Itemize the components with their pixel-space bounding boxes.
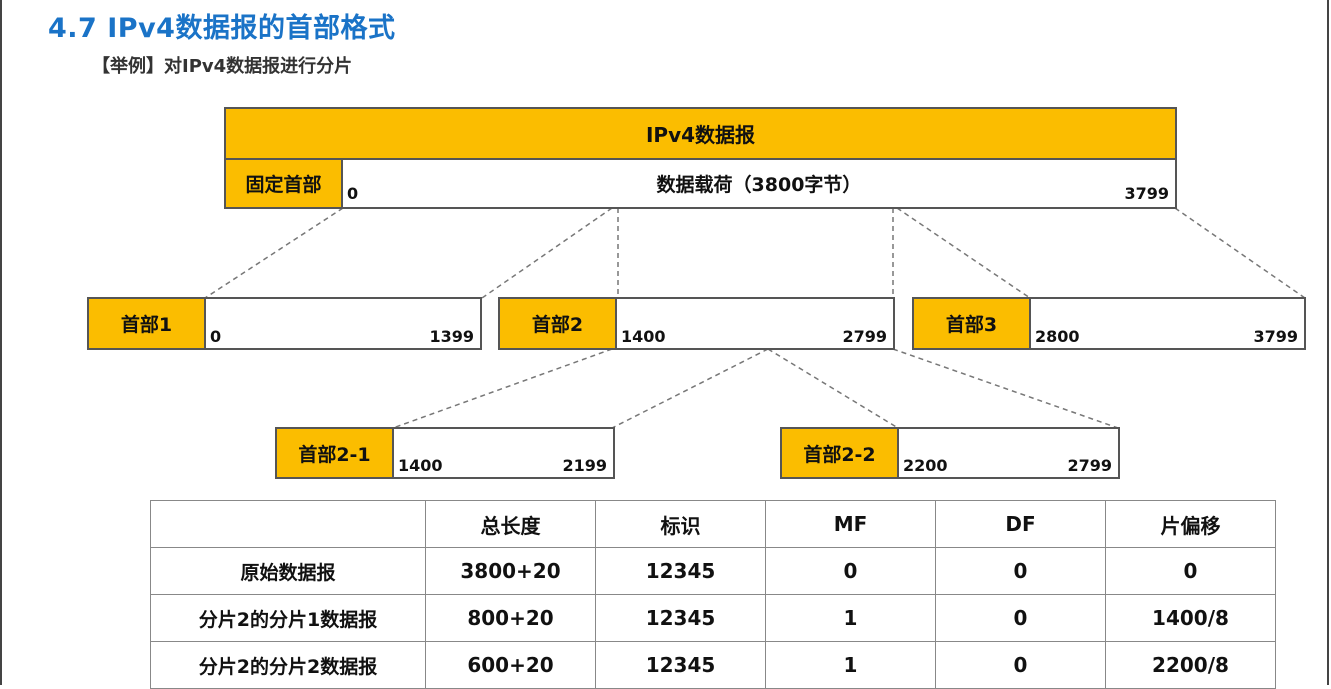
table-cell: 1: [765, 641, 936, 689]
table-row: 分片2的分片1数据报 800+20 12345 1 0 1400/8: [150, 594, 1276, 642]
datagram-header-label: 固定首部: [245, 174, 322, 196]
datagram-payload-label: 数据载荷（3800字节）: [656, 174, 862, 196]
connector-line: [204, 207, 344, 299]
table-cell: 0: [765, 547, 936, 595]
fragment-3-header-label: 首部3: [945, 314, 998, 336]
subfragment-2-1-payload: 1400 2199: [392, 427, 615, 479]
table-header-row: 总长度 标识 MF DF 片偏移: [150, 500, 1276, 548]
table-header-cell: DF: [935, 500, 1106, 548]
connector-line: [392, 348, 613, 429]
table-cell: 12345: [595, 594, 766, 642]
table-row: 原始数据报 3800+20 12345 0 0 0: [150, 547, 1276, 595]
connector-line: [767, 348, 899, 429]
table-header-cell: 片偏移: [1105, 500, 1276, 548]
table-header-cell: MF: [765, 500, 936, 548]
fragment-fields-table: 总长度 标识 MF DF 片偏移 原始数据报 3800+20 12345 0 0…: [150, 500, 1276, 689]
subfragment-2-2-header: 首部2-2: [780, 427, 899, 479]
subfragment-2-2-end: 2799: [1067, 456, 1112, 475]
connector-line: [481, 207, 613, 299]
table-header-cell: [150, 500, 426, 548]
fragment-2-payload: 1400 2799: [615, 297, 895, 350]
table-cell: 3800+20: [425, 547, 596, 595]
fragment-1-end: 1399: [429, 327, 474, 346]
fragment-2-header: 首部2: [498, 297, 617, 350]
connector-line: [611, 348, 769, 429]
fragment-1-payload: 0 1399: [204, 297, 482, 350]
table-row-label: 原始数据报: [150, 547, 426, 595]
table-header-cell: 总长度: [425, 500, 596, 548]
connector-line: [896, 207, 1031, 299]
table-cell: 0: [935, 547, 1106, 595]
table-cell: 1400/8: [1105, 594, 1276, 642]
table-cell: 600+20: [425, 641, 596, 689]
fragment-1-header: 首部1: [87, 297, 206, 350]
fragment-3-start: 2800: [1035, 327, 1080, 346]
fragment-1-start: 0: [210, 327, 222, 346]
fragment-2-end: 2799: [842, 327, 887, 346]
fragment-2-header-label: 首部2: [531, 314, 584, 336]
table-row-label: 分片2的分片2数据报: [150, 641, 426, 689]
table-cell: 0: [935, 594, 1106, 642]
fragment-3-payload: 2800 3799: [1029, 297, 1306, 350]
datagram-payload: 数据载荷（3800字节） 0 3799: [341, 158, 1177, 209]
subfragment-2-1-end: 2199: [562, 456, 607, 475]
table-cell: 800+20: [425, 594, 596, 642]
table-cell: 1: [765, 594, 936, 642]
table-cell: 0: [935, 641, 1106, 689]
datagram-header: 固定首部: [224, 158, 343, 209]
subfragment-2-1-header: 首部2-1: [275, 427, 394, 479]
table-header-cell: 标识: [595, 500, 766, 548]
subfragment-2-2-start: 2200: [903, 456, 948, 475]
table-cell: 12345: [595, 547, 766, 595]
fragment-3-end: 3799: [1253, 327, 1298, 346]
subfragment-2-2-payload: 2200 2799: [897, 427, 1120, 479]
fragment-3-header: 首部3: [912, 297, 1031, 350]
datagram-end-offset: 3799: [1124, 184, 1169, 203]
datagram-label: IPv4数据报: [645, 123, 756, 147]
connector-line: [892, 348, 1119, 429]
subfragment-2-1-header-label: 首部2-1: [298, 443, 371, 466]
table-row-label: 分片2的分片1数据报: [150, 594, 426, 642]
table-cell: 0: [1105, 547, 1276, 595]
table-cell: 2200/8: [1105, 641, 1276, 689]
table-cell: 12345: [595, 641, 766, 689]
datagram-label-bar: IPv4数据报: [224, 107, 1177, 160]
subfragment-2-1-start: 1400: [398, 456, 443, 475]
connector-line: [1174, 207, 1306, 299]
fragment-2-start: 1400: [621, 327, 666, 346]
table-row: 分片2的分片2数据报 600+20 12345 1 0 2200/8: [150, 641, 1276, 689]
fragment-1-header-label: 首部1: [120, 314, 173, 336]
subfragment-2-2-header-label: 首部2-2: [803, 443, 876, 466]
datagram-start-offset: 0: [347, 184, 359, 203]
